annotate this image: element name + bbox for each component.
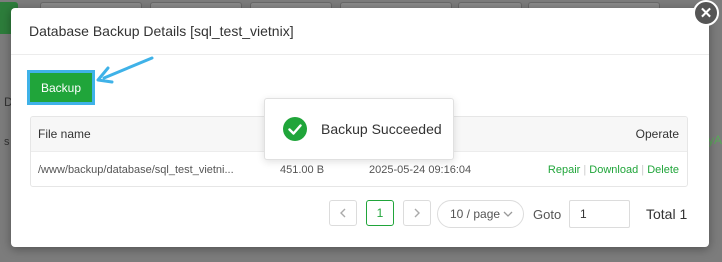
- download-link[interactable]: Download: [589, 164, 638, 176]
- check-circle-icon: [283, 117, 307, 141]
- chevron-right-icon: [414, 208, 420, 218]
- pointer-arrow-icon: [96, 56, 154, 84]
- goto-page-input[interactable]: [569, 200, 630, 228]
- repair-link[interactable]: Repair: [548, 164, 580, 176]
- total-count: Total 1: [646, 206, 688, 222]
- delete-link[interactable]: Delete: [647, 164, 679, 176]
- chevron-left-icon: [340, 208, 346, 218]
- prev-page-button[interactable]: [329, 200, 357, 226]
- cell-file-name: /www/backup/database/sql_test_vietni...: [38, 164, 234, 176]
- background-link: yA: [707, 133, 722, 147]
- goto-label: Goto: [533, 207, 562, 222]
- chevron-down-icon: [503, 211, 513, 217]
- page-size-value: 10 / page: [450, 207, 501, 221]
- background-text: s: [4, 136, 10, 148]
- op-separator: |: [641, 164, 645, 176]
- column-header-file-name: File name: [38, 127, 91, 141]
- backup-button[interactable]: Backup: [27, 70, 95, 105]
- close-icon[interactable]: ✕: [693, 0, 719, 26]
- backup-button-label: Backup: [40, 80, 82, 95]
- next-page-button[interactable]: [403, 200, 431, 226]
- op-separator: |: [583, 164, 587, 176]
- success-toast: Backup Succeeded: [264, 98, 454, 160]
- column-header-operate: Operate: [635, 127, 679, 141]
- cell-operations: Repair | Download | Delete: [548, 164, 679, 176]
- page-size-select[interactable]: 10 / page: [437, 200, 524, 228]
- dialog-title: Database Backup Details [sql_test_vietni…: [29, 23, 294, 39]
- cell-time: 2025-05-24 09:16:04: [369, 164, 472, 176]
- page-button-current[interactable]: 1: [366, 200, 394, 226]
- dialog-header: Database Backup Details [sql_test_vietni…: [11, 8, 709, 55]
- current-page-number: 1: [376, 206, 384, 220]
- toast-message: Backup Succeeded: [321, 121, 442, 137]
- cell-size: 451.00 B: [280, 164, 325, 176]
